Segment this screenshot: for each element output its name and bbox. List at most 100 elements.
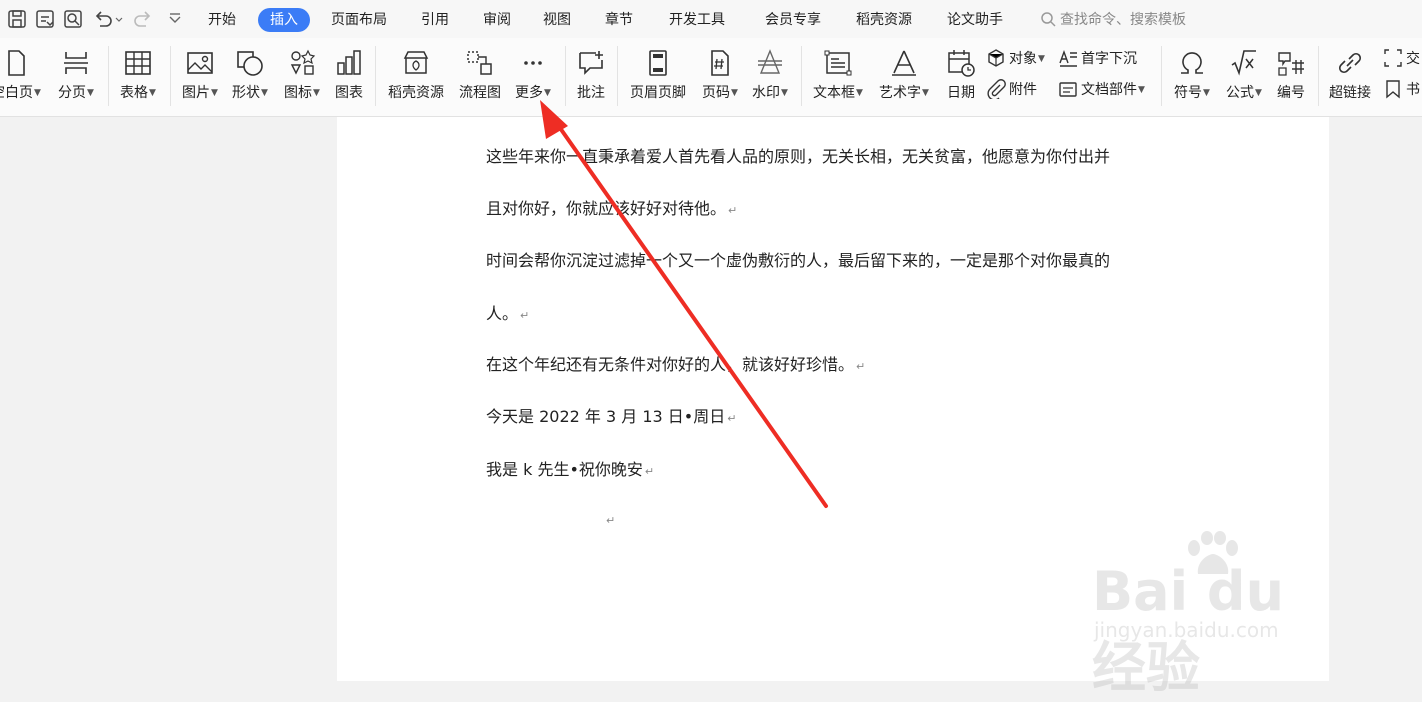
insert-ribbon: 空白页▼ 分页▼ 表格▼ 图片▼ 形状▼ 图标▼ 图表 稻壳资源 流程图 更多▼ [0,38,1422,117]
chart-icon [337,50,361,75]
cross-reference-button[interactable]: 交 [1383,47,1420,71]
tab-insert[interactable]: 插入 [258,8,310,32]
icon-library-icon [290,49,316,75]
word-art-label: 艺术字 [879,85,922,101]
bookmark-icon [1386,80,1400,99]
doc-line-6[interactable]: 今天是 2022 年 3 月 13 日•周日 ↵ [486,403,736,427]
doc-line-5[interactable]: 在这个年纪还有无条件对你好的人，就该好好珍惜。 ↵ [486,351,865,375]
picture-label: 图片 [182,85,211,101]
comment-icon [579,51,603,75]
watermark-label: 水印 [752,85,781,101]
paperclip-icon [987,79,1006,101]
omega-icon [1181,52,1203,74]
date-button[interactable]: 日期 [929,44,993,108]
more-label: 更多 [515,85,544,101]
command-search[interactable]: 查找命令、搜索模板 [1040,8,1186,32]
doc-line-3[interactable]: 时间会帮你沉淀过滤掉一个又一个虚伪敷衍的人，最后留下来的，一定是那个对你最真的 [486,247,1110,271]
doc-line-7-text: 我是 k 先生•祝你晚安 [486,460,643,479]
customize-toolbar-icon[interactable] [164,8,186,30]
more-icon [524,61,542,65]
object-button[interactable]: 对象▼ [986,47,1045,71]
page-number-label: 页码 [702,85,731,101]
doc-empty-line[interactable]: ↵ [604,509,615,528]
undo-icon[interactable] [92,8,114,30]
page-break-label: 分页 [58,85,87,101]
symbol-label: 符号 [1174,85,1203,101]
tab-member[interactable]: 会员专享 [765,8,821,32]
date-label: 日期 [947,85,975,101]
hyperlink-button[interactable]: 超链接 [1318,44,1382,108]
header-footer-icon [649,50,667,76]
doc-line-5-text: 在这个年纪还有无条件对你好的人，就该好好珍惜。 [486,355,855,374]
equation-icon [1231,50,1256,76]
drop-cap-icon [1059,49,1077,67]
blank-page-icon [8,50,25,76]
paragraph-mark: ↵ [728,204,738,217]
save-icon[interactable] [6,8,28,30]
paragraph-mark: ↵ [856,360,866,373]
doc-line-7[interactable]: 我是 k 先生•祝你晚安 ↵ [486,456,654,480]
tab-docer[interactable]: 稻壳资源 [856,8,912,32]
object-icon [988,49,1004,67]
undo-dropdown-icon[interactable] [114,8,124,30]
doc-line-1[interactable]: 这些年来你一直秉承着爱人首先看人品的原则，无关长相，无关贫富，他愿意为你付出并 [486,143,1110,167]
tab-page-layout[interactable]: 页面布局 [331,8,387,32]
page-break-icon [64,52,88,74]
text-box-button[interactable]: 文本框▼ [806,44,870,108]
comment-label: 批注 [577,85,605,101]
chart-label: 图表 [335,85,363,101]
comment-button[interactable]: 批注 [559,44,623,108]
print-preview-icon[interactable] [62,8,84,30]
attachment-button[interactable]: 附件 [986,78,1037,102]
redo-icon[interactable] [132,8,154,30]
tab-references[interactable]: 引用 [421,8,449,32]
tab-view[interactable]: 视图 [543,8,571,32]
cross-reference-icon [1384,49,1402,67]
tab-thesis-assistant[interactable]: 论文助手 [947,8,1003,32]
text-box-icon [824,50,852,76]
drop-cap-label: 首字下沉 [1081,51,1137,67]
paragraph-mark: ↵ [727,412,737,425]
bookmark-label: 书 [1406,82,1420,98]
doc-line-6-text: 今天是 2022 年 3 月 13 日•周日 [486,407,726,426]
tab-home[interactable]: 开始 [208,8,236,32]
hyperlink-label: 超链接 [1329,85,1371,101]
word-art-icon [892,50,916,76]
doc-line-1-text: 这些年来你一直秉承着爱人首先看人品的原则，无关长相，无关贫富，他愿意为你付出并 [486,147,1111,166]
numbering-label: 编号 [1277,85,1305,101]
output-pdf-icon[interactable] [34,8,56,30]
watermark-url: jingyan.baidu.com [1094,618,1279,642]
bookmark-button[interactable]: 书 [1383,78,1420,102]
table-icon [125,51,151,75]
calendar-icon [948,50,975,77]
cross-reference-label: 交 [1406,51,1420,67]
baidu-jingyan-watermark: Bai du 经验 jingyan.baidu.com [1088,530,1348,699]
watermark-button[interactable]: 水印▼ [738,44,802,108]
doc-parts-button[interactable]: 文档部件▼ [1058,78,1145,102]
menu-bar: 开始 插入 页面布局 引用 审阅 视图 章节 开发工具 会员专享 稻壳资源 论文… [0,0,1422,38]
tab-developer[interactable]: 开发工具 [669,8,725,32]
paragraph-mark: ↵ [520,309,530,322]
paragraph-mark: ↵ [606,514,616,527]
docer-resource-label: 稻壳资源 [388,85,444,101]
search-placeholder: 查找命令、搜索模板 [1060,12,1186,28]
drop-cap-button[interactable]: 首字下沉 [1058,47,1137,71]
search-icon [1041,12,1056,27]
tab-review[interactable]: 审阅 [483,8,511,32]
tab-sections[interactable]: 章节 [605,8,633,32]
doc-line-4[interactable]: 人。 ↵ [486,300,529,324]
chart-button[interactable]: 图表 [317,44,381,108]
text-box-label: 文本框 [813,85,856,101]
doc-parts-icon [1059,82,1077,97]
blank-page-label: 空白页 [0,85,34,101]
table-label: 表格 [120,85,149,101]
doc-line-2[interactable]: 且对你好，你就应该好好对待他。 ↵ [486,195,737,219]
attachment-label: 附件 [1009,82,1037,98]
shape-icon [237,51,263,76]
flowchart-icon [467,51,492,75]
numbering-icon [1278,52,1304,76]
shape-label: 形状 [232,85,261,101]
link-icon [1338,52,1362,74]
doc-line-2-text: 且对你好，你就应该好好对待他。 [486,199,727,218]
watermark-icon [758,49,782,74]
